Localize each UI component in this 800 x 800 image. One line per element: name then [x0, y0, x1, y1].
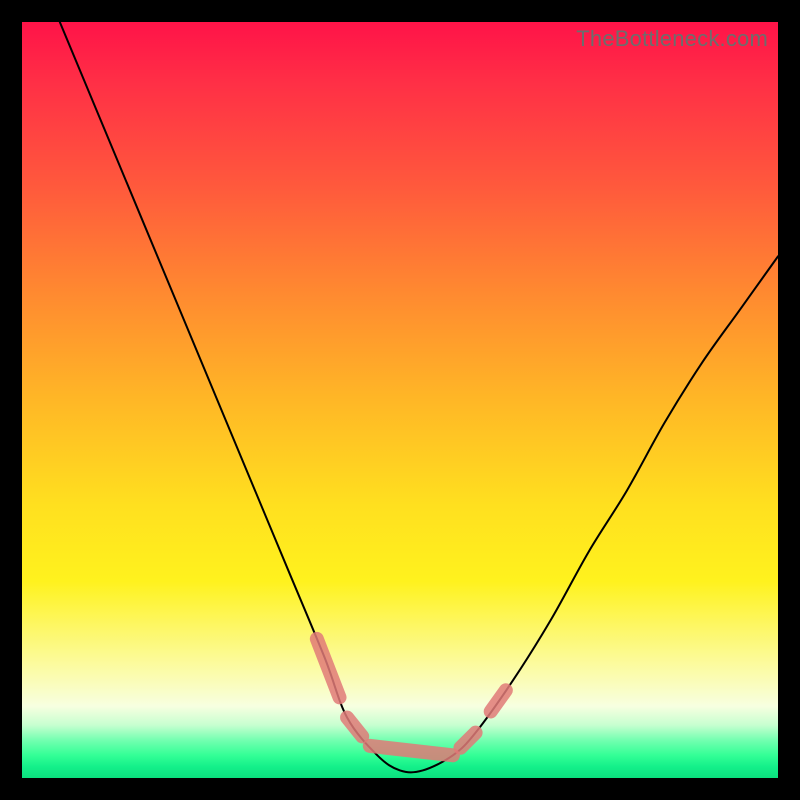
optimal-range-highlight: [317, 639, 506, 755]
bottleneck-curve: [60, 22, 778, 772]
optimal-range-bead: [317, 639, 340, 697]
optimal-range-bead: [347, 718, 362, 737]
optimal-range-bead: [460, 733, 475, 748]
chart-frame: TheBottleneck.com: [0, 0, 800, 800]
chart-plot-area: TheBottleneck.com: [22, 22, 778, 778]
optimal-range-bead: [370, 746, 453, 755]
chart-svg: [22, 22, 778, 778]
optimal-range-bead: [491, 690, 506, 711]
